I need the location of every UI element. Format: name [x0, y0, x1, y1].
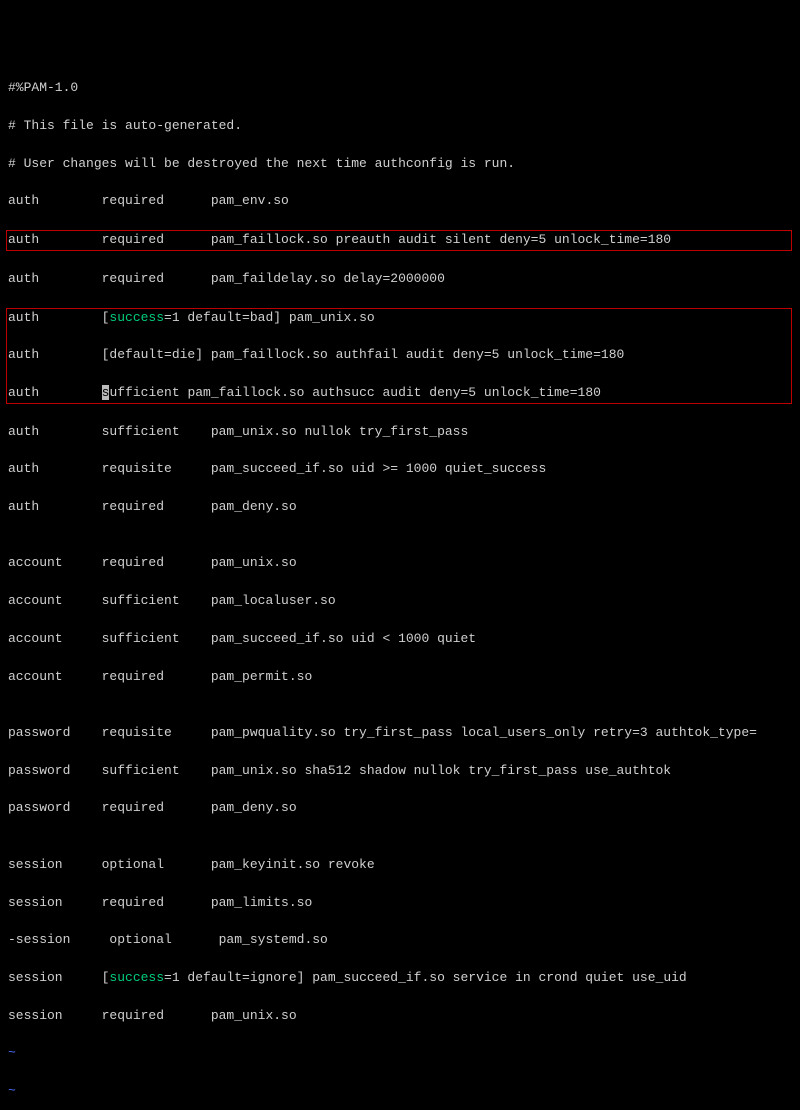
- highlight-box-1: auth required pam_faillock.so preauth au…: [6, 230, 792, 251]
- pam-line[interactable]: account sufficient pam_succeed_if.so uid…: [8, 630, 792, 649]
- text-segment: =1 default=ignore] pam_succeed_if.so ser…: [164, 970, 687, 985]
- pam-line[interactable]: auth required pam_faildelay.so delay=200…: [8, 270, 792, 289]
- pam-line[interactable]: session required pam_unix.so: [8, 1007, 792, 1026]
- text-segment: session [: [8, 970, 109, 985]
- text-segment: ufficient pam_faillock.so authsucc audit…: [109, 385, 600, 400]
- comment-auto-generated: # This file is auto-generated.: [8, 117, 792, 136]
- pam-line[interactable]: password sufficient pam_unix.so sha512 s…: [8, 762, 792, 781]
- text-segment: auth [: [8, 310, 109, 325]
- pam-line[interactable]: account required pam_permit.so: [8, 668, 792, 687]
- pam-line-faillock-authsucc[interactable]: auth sufficient pam_faillock.so authsucc…: [8, 384, 790, 403]
- highlight-box-2: auth [success=1 default=bad] pam_unix.so…: [6, 308, 792, 404]
- comment-warning: # User changes will be destroyed the nex…: [8, 155, 792, 174]
- keyword-success: success: [109, 970, 164, 985]
- pam-line-faillock-authfail[interactable]: auth [default=die] pam_faillock.so authf…: [8, 346, 790, 365]
- keyword-success: success: [109, 310, 164, 325]
- text-segment: auth: [8, 385, 102, 400]
- pam-line[interactable]: password required pam_deny.so: [8, 799, 792, 818]
- pam-line[interactable]: account sufficient pam_localuser.so: [8, 592, 792, 611]
- pam-line[interactable]: auth required pam_env.so: [8, 192, 792, 211]
- vim-tilde: ~: [8, 1082, 792, 1101]
- pam-line[interactable]: auth required pam_deny.so: [8, 498, 792, 517]
- pam-line[interactable]: auth sufficient pam_unix.so nullok try_f…: [8, 423, 792, 442]
- pam-line[interactable]: account required pam_unix.so: [8, 554, 792, 573]
- pam-line[interactable]: -session optional pam_systemd.so: [8, 931, 792, 950]
- pam-line-session-success[interactable]: session [success=1 default=ignore] pam_s…: [8, 969, 792, 988]
- text-segment: =1 default=bad] pam_unix.so: [164, 310, 375, 325]
- pam-line[interactable]: session required pam_limits.so: [8, 894, 792, 913]
- pam-line[interactable]: session optional pam_keyinit.so revoke: [8, 856, 792, 875]
- pam-line-success-bad[interactable]: auth [success=1 default=bad] pam_unix.so: [8, 309, 790, 328]
- pam-line[interactable]: auth requisite pam_succeed_if.so uid >= …: [8, 460, 792, 479]
- vim-tilde: ~: [8, 1044, 792, 1063]
- pam-line-faillock-preauth[interactable]: auth required pam_faillock.so preauth au…: [8, 231, 790, 250]
- pam-line[interactable]: password requisite pam_pwquality.so try_…: [8, 724, 792, 743]
- pam-shebang: #%PAM-1.0: [8, 79, 792, 98]
